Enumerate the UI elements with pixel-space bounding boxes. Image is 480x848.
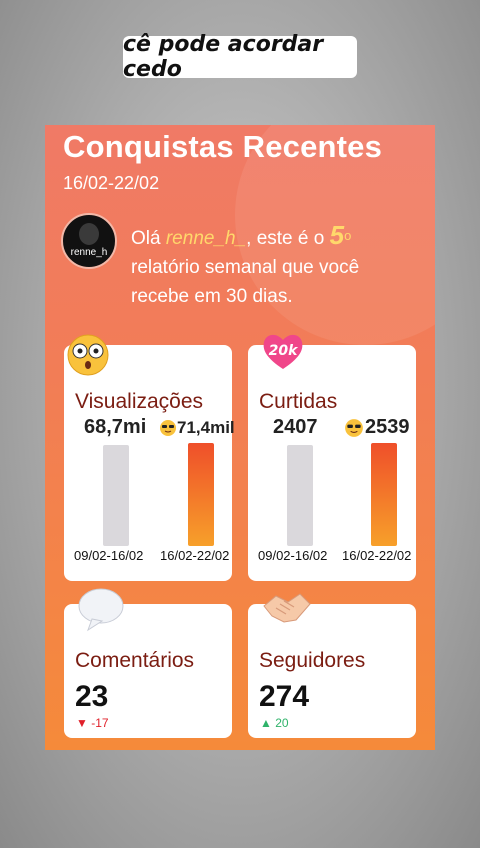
heart-badge-icon: 20k [263, 334, 303, 369]
views-prev-date: 09/02-16/02 [74, 548, 144, 563]
speech-bubble-icon [78, 588, 124, 632]
report-ordinal-number: 5 [329, 220, 345, 250]
views-curr-bar [188, 443, 214, 546]
greeting-prefix: Olá [131, 228, 166, 249]
views-curr-value: 71,4mil [177, 418, 235, 437]
greeting-suffix: relatório semanal que você recebe em 30 … [131, 257, 360, 307]
comments-delta: ▼ -17 [76, 716, 109, 730]
report-ordinal-suffix: o [344, 228, 352, 243]
greeting-username: renne_h_ [165, 228, 247, 249]
comments-label: Comentários [75, 649, 195, 672]
report-date-range: 16/02-22/02 [63, 173, 160, 193]
handshake-icon [263, 593, 311, 623]
comments-value: 23 [75, 680, 109, 713]
likes-label: Curtidas [259, 390, 338, 413]
views-prev-value: 68,7mi [84, 416, 147, 438]
report-title: Conquistas Recentes [63, 129, 383, 164]
video-caption: cê pode acordar cedo [123, 32, 357, 82]
followers-delta: ▲ 20 [260, 716, 289, 730]
avatar[interactable]: renne_h [61, 213, 117, 269]
likes-badge-text: 20k [269, 343, 299, 359]
surprised-face-icon [67, 334, 109, 376]
followers-delta-value: 20 [275, 716, 289, 730]
views-curr-date: 16/02-22/02 [160, 548, 230, 563]
comments-delta-value: -17 [91, 716, 109, 730]
likes-prev-value: 2407 [273, 416, 318, 438]
likes-curr-value: 2539 [365, 416, 410, 438]
greeting-mid: , este é o [246, 228, 330, 249]
views-label: Visualizações [75, 390, 204, 413]
views-tile: Visualizações 68,7mi 71,4mil 09/02-16/02… [64, 334, 235, 581]
likes-curr-date: 16/02-22/02 [342, 548, 412, 563]
sunglasses-face-icon [345, 419, 363, 437]
followers-tile: Seguidores 274 ▲ 20 [248, 593, 416, 738]
greeting-text: Olá renne_h_, este é o 5o relatório sema… [131, 221, 421, 311]
sunglasses-face-icon [160, 420, 176, 436]
likes-prev-date: 09/02-16/02 [258, 548, 328, 563]
caption-text: cê pode acordar cedo [123, 32, 324, 82]
followers-label: Seguidores [259, 649, 366, 672]
avatar-username: renne_h [70, 247, 108, 258]
up-arrow-icon: ▲ [260, 716, 272, 730]
comments-tile: Comentários 23 ▼ -17 [64, 588, 232, 738]
views-prev-bar [103, 445, 129, 546]
likes-tile: 20k Curtidas 2407 2539 09/02-16/02 16/02… [248, 334, 416, 581]
avatar-photo [79, 223, 99, 245]
down-arrow-icon: ▼ [76, 716, 88, 730]
likes-curr-bar [371, 443, 397, 546]
likes-prev-bar [287, 445, 313, 546]
followers-value: 274 [259, 680, 310, 713]
weekly-report-card: Conquistas Recentes 16/02-22/02 renne_h … [45, 125, 435, 750]
